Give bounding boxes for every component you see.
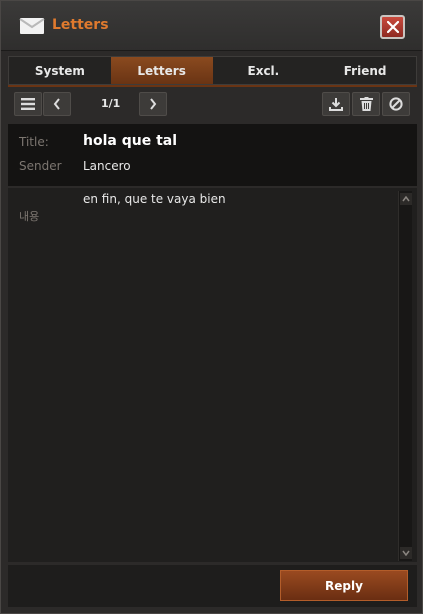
sender-label: Sender — [19, 159, 62, 173]
tab-bar: System Letters Excl. Friend — [8, 56, 417, 85]
page-indicator: 1/1 — [101, 97, 121, 110]
download-icon — [329, 98, 343, 111]
chevron-right-icon — [150, 98, 157, 110]
content-label: 내용 — [19, 210, 40, 223]
download-button[interactable] — [322, 92, 350, 116]
window-title: Letters — [52, 17, 109, 33]
title-bar[interactable]: Letters — [1, 1, 422, 51]
tab-letters[interactable]: Letters — [110, 57, 213, 84]
scroll-down-button[interactable] — [400, 547, 412, 559]
block-icon — [389, 97, 403, 111]
tab-system[interactable]: System — [9, 57, 111, 84]
menu-icon — [21, 98, 35, 110]
sender-name: Lancero — [83, 159, 131, 173]
previous-page-button[interactable] — [43, 92, 71, 116]
letters-window: Letters System Letters Excl. Friend 1/1 — [0, 0, 423, 614]
toolbar: 1/1 — [8, 89, 417, 119]
trash-icon — [359, 97, 373, 111]
footer: Reply — [8, 565, 417, 607]
chevron-down-icon — [402, 550, 410, 556]
close-button[interactable] — [380, 15, 405, 39]
chevron-left-icon — [53, 98, 60, 110]
letter-body: 내용 en fin, que te vaya bien — [8, 188, 417, 562]
envelope-icon — [19, 18, 45, 34]
delete-button[interactable] — [352, 92, 380, 116]
title-label: Title: — [19, 135, 49, 149]
tab-excl[interactable]: Excl. — [213, 57, 315, 84]
letter-title: hola que tal — [83, 133, 178, 149]
chevron-up-icon — [402, 196, 410, 202]
tab-underline — [8, 85, 417, 87]
tab-friend[interactable]: Friend — [314, 57, 416, 84]
reply-button[interactable]: Reply — [280, 570, 408, 601]
letter-header: Title: hola que tal Sender Lancero — [8, 124, 417, 186]
close-icon — [386, 21, 399, 33]
letter-content: en fin, que te vaya bien — [83, 192, 226, 206]
scrollbar[interactable] — [398, 191, 412, 561]
block-sender-button[interactable] — [382, 92, 410, 116]
next-page-button[interactable] — [139, 92, 167, 116]
menu-button[interactable] — [14, 92, 42, 116]
scroll-up-button[interactable] — [400, 193, 412, 205]
